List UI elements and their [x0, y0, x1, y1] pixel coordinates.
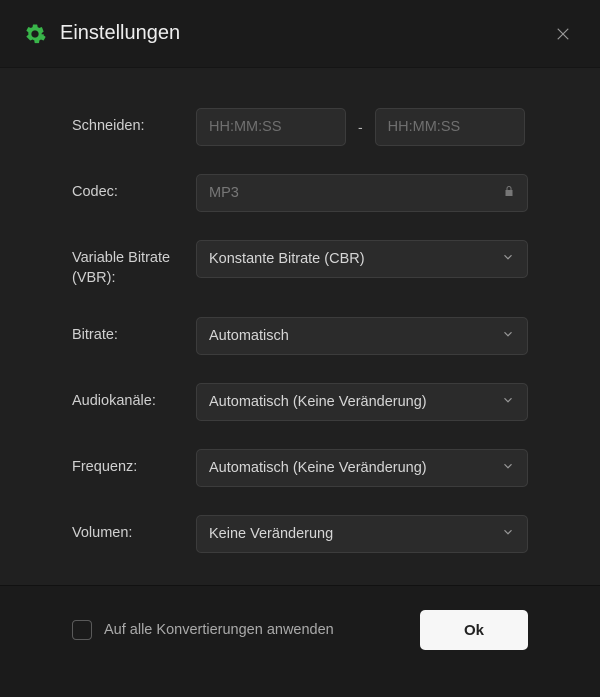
- label-channels: Audiokanäle:: [72, 383, 196, 411]
- label-volume: Volumen:: [72, 515, 196, 543]
- chevron-down-icon: [501, 250, 515, 268]
- row-trim: Schneiden: -: [72, 108, 528, 146]
- chevron-down-icon: [501, 459, 515, 477]
- codec-field: MP3: [196, 174, 528, 212]
- volume-value: Keine Veränderung: [209, 526, 333, 542]
- chevron-down-icon: [501, 327, 515, 345]
- dialog-title: Einstellungen: [60, 22, 546, 45]
- channels-value: Automatisch (Keine Veränderung): [209, 394, 427, 410]
- label-codec: Codec:: [72, 174, 196, 202]
- dialog-body: Schneiden: - Codec: MP3 Variable Bitrate…: [0, 68, 600, 585]
- apply-all-label: Auf alle Konvertierungen anwenden: [104, 622, 408, 638]
- ok-button[interactable]: Ok: [420, 610, 528, 650]
- frequency-value: Automatisch (Keine Veränderung): [209, 460, 427, 476]
- row-channels: Audiokanäle: Automatisch (Keine Veränder…: [72, 383, 528, 421]
- row-volume: Volumen: Keine Veränderung: [72, 515, 528, 553]
- codec-value: MP3: [209, 185, 239, 201]
- trim-from-input[interactable]: [196, 108, 346, 146]
- volume-select[interactable]: Keine Veränderung: [196, 515, 528, 553]
- row-codec: Codec: MP3: [72, 174, 528, 212]
- trim-to-input[interactable]: [375, 108, 525, 146]
- vbr-value: Konstante Bitrate (CBR): [209, 251, 365, 267]
- row-vbr: Variable Bitrate (VBR): Konstante Bitrat…: [72, 240, 528, 289]
- row-bitrate: Bitrate: Automatisch: [72, 317, 528, 355]
- row-frequency: Frequenz: Automatisch (Keine Veränderung…: [72, 449, 528, 487]
- chevron-down-icon: [501, 525, 515, 543]
- label-vbr: Variable Bitrate (VBR):: [72, 240, 196, 289]
- vbr-select[interactable]: Konstante Bitrate (CBR): [196, 240, 528, 278]
- gear-icon: [24, 23, 46, 45]
- bitrate-select[interactable]: Automatisch: [196, 317, 528, 355]
- label-trim: Schneiden:: [72, 108, 196, 136]
- close-button[interactable]: [546, 17, 580, 51]
- trim-separator: -: [358, 119, 363, 135]
- lock-icon: [503, 185, 515, 201]
- apply-all-checkbox[interactable]: [72, 620, 92, 640]
- channels-select[interactable]: Automatisch (Keine Veränderung): [196, 383, 528, 421]
- frequency-select[interactable]: Automatisch (Keine Veränderung): [196, 449, 528, 487]
- label-bitrate: Bitrate:: [72, 317, 196, 345]
- dialog-footer: Auf alle Konvertierungen anwenden Ok: [0, 585, 600, 675]
- chevron-down-icon: [501, 393, 515, 411]
- label-frequency: Frequenz:: [72, 449, 196, 477]
- bitrate-value: Automatisch: [209, 328, 289, 344]
- dialog-header: Einstellungen: [0, 0, 600, 68]
